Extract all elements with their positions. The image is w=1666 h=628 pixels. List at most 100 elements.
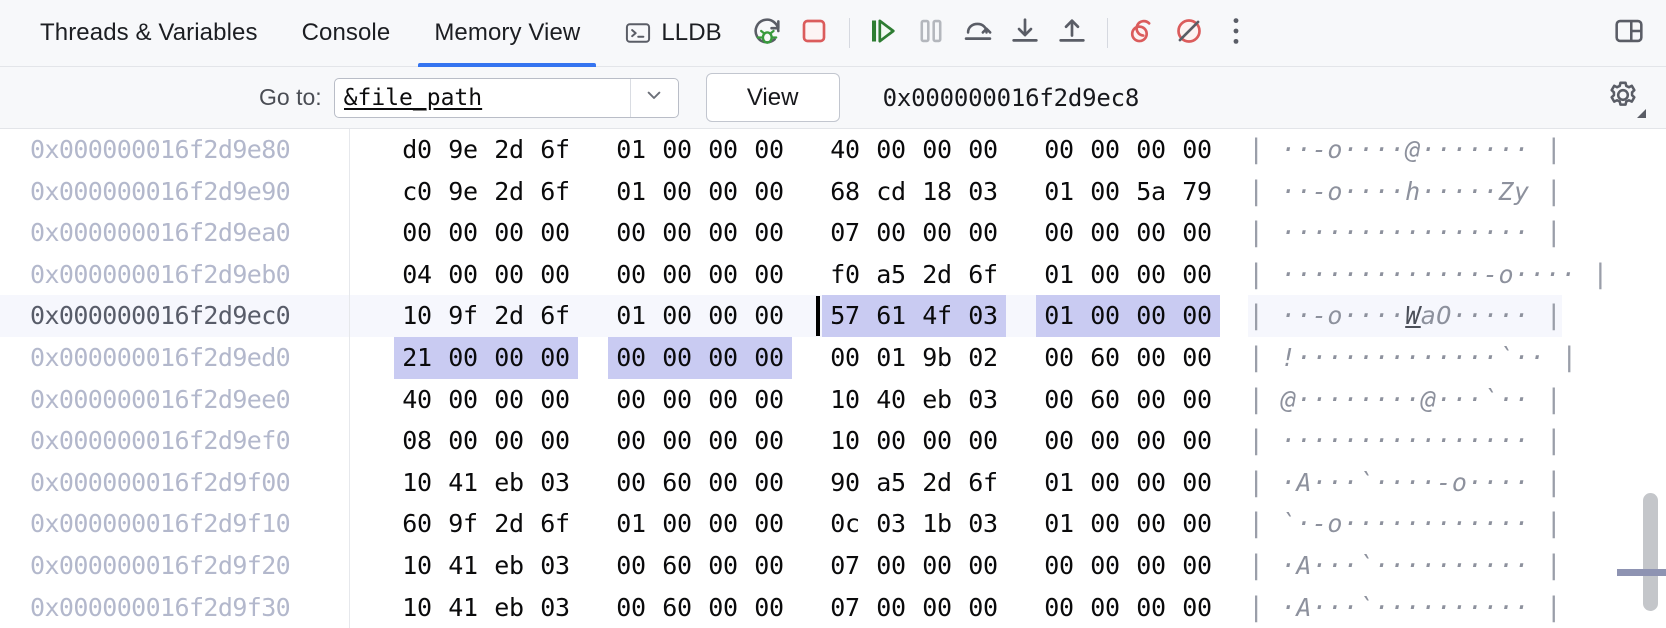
hex-byte[interactable]: 00 bbox=[1128, 379, 1174, 421]
hex-byte[interactable]: 00 bbox=[746, 212, 792, 254]
hex-row-ascii[interactable]: | ················ | bbox=[1248, 212, 1562, 254]
hex-byte[interactable]: 01 bbox=[608, 503, 654, 545]
hex-byte[interactable]: 00 bbox=[608, 212, 654, 254]
hex-byte[interactable]: 01 bbox=[608, 295, 654, 337]
hex-byte[interactable]: 01 bbox=[1036, 295, 1082, 337]
hex-byte[interactable]: 08 bbox=[394, 420, 440, 462]
hex-byte[interactable]: 9e bbox=[440, 129, 486, 171]
hex-byte[interactable]: cd bbox=[868, 171, 914, 213]
hex-byte[interactable]: 2d bbox=[486, 171, 532, 213]
hex-byte[interactable]: 00 bbox=[746, 295, 792, 337]
hex-byte[interactable]: 1b bbox=[914, 503, 960, 545]
step-over-button[interactable] bbox=[955, 10, 1002, 57]
hex-byte[interactable]: 57 bbox=[822, 295, 868, 337]
hex-byte[interactable]: 00 bbox=[1036, 129, 1082, 171]
hex-byte[interactable]: 6f bbox=[532, 503, 578, 545]
hex-byte[interactable]: 9f bbox=[440, 503, 486, 545]
hex-byte[interactable]: 00 bbox=[868, 420, 914, 462]
hex-byte[interactable]: 00 bbox=[746, 254, 792, 296]
hex-byte[interactable]: 00 bbox=[1128, 462, 1174, 504]
hex-byte[interactable]: 01 bbox=[1036, 171, 1082, 213]
hex-row-ascii[interactable]: | ·A···`·········· | bbox=[1248, 545, 1562, 587]
hex-row[interactable]: 0x000000016f2d9ea0 00 00 00 00 00 00 00 00 07 00 00… bbox=[0, 212, 1666, 254]
hex-byte[interactable]: 00 bbox=[654, 503, 700, 545]
hex-byte[interactable]: 01 bbox=[868, 337, 914, 379]
hex-byte[interactable]: 00 bbox=[1174, 503, 1220, 545]
hex-byte[interactable]: 00 bbox=[654, 420, 700, 462]
hex-byte[interactable]: 40 bbox=[868, 379, 914, 421]
hex-byte[interactable]: 2d bbox=[486, 129, 532, 171]
hex-byte[interactable]: 00 bbox=[440, 336, 486, 379]
hex-byte[interactable]: 60 bbox=[1082, 379, 1128, 421]
hex-byte[interactable]: 00 bbox=[1082, 295, 1128, 337]
hex-row-ascii[interactable]: | !·············`·· | bbox=[1248, 337, 1578, 379]
hex-byte[interactable]: 00 bbox=[1128, 337, 1174, 379]
hex-byte[interactable]: 00 bbox=[440, 379, 486, 421]
hex-byte[interactable]: 00 bbox=[1174, 420, 1220, 462]
hex-byte[interactable]: 00 bbox=[914, 587, 960, 628]
hex-byte[interactable]: 00 bbox=[486, 420, 532, 462]
hex-byte[interactable]: 00 bbox=[1174, 545, 1220, 587]
hex-byte[interactable]: 9e bbox=[440, 171, 486, 213]
memory-hex-viewer[interactable]: 0x000000016f2d9e80 d0 9e 2d 6f 01 00 00 00 40 00 00… bbox=[0, 129, 1666, 628]
hex-byte[interactable]: 00 bbox=[1174, 129, 1220, 171]
hex-row-ascii[interactable]: | ················ | bbox=[1248, 420, 1562, 462]
hex-byte[interactable]: 9b bbox=[914, 337, 960, 379]
hex-byte[interactable]: 6f bbox=[532, 129, 578, 171]
hex-row-bytes[interactable]: 10 41 eb 03 00 60 00 00 07 00 00 00 00 00 00 00 bbox=[350, 587, 1220, 628]
hex-byte[interactable]: 00 bbox=[1174, 462, 1220, 504]
hex-row[interactable]: 0x000000016f2d9e80 d0 9e 2d 6f 01 00 00 00 40 00 00… bbox=[0, 129, 1666, 171]
hex-byte[interactable]: 00 bbox=[654, 129, 700, 171]
hex-byte[interactable]: 00 bbox=[1128, 420, 1174, 462]
resume-button[interactable] bbox=[861, 10, 908, 57]
hex-byte[interactable]: 03 bbox=[868, 503, 914, 545]
hex-byte[interactable]: 00 bbox=[532, 212, 578, 254]
view-button[interactable]: View bbox=[705, 73, 840, 122]
hex-byte[interactable]: 00 bbox=[700, 545, 746, 587]
hex-byte[interactable]: 2d bbox=[486, 295, 532, 337]
stop-button[interactable] bbox=[791, 10, 838, 57]
hex-byte[interactable]: 00 bbox=[1174, 379, 1220, 421]
hex-byte[interactable]: 00 bbox=[1036, 545, 1082, 587]
hex-byte[interactable]: eb bbox=[486, 545, 532, 587]
hex-byte[interactable]: 00 bbox=[914, 545, 960, 587]
hex-byte[interactable]: 10 bbox=[822, 420, 868, 462]
hex-row-bytes[interactable]: 00 00 00 00 00 00 00 00 07 00 00 00 00 00 00 00 bbox=[350, 212, 1220, 254]
hex-byte[interactable]: a5 bbox=[868, 462, 914, 504]
hex-byte[interactable]: 60 bbox=[654, 545, 700, 587]
hex-byte[interactable]: 00 bbox=[654, 171, 700, 213]
hex-byte[interactable]: 6f bbox=[532, 295, 578, 337]
hex-row-bytes[interactable]: c0 9e 2d 6f 01 00 00 00 68 cd 18 03 01 00 5a 79 bbox=[350, 171, 1220, 213]
hex-byte[interactable]: 00 bbox=[1082, 462, 1128, 504]
hex-byte[interactable]: 00 bbox=[608, 587, 654, 628]
hex-row[interactable]: 0x000000016f2d9f10 60 9f 2d 6f 01 00 00 00 0c 03 1b… bbox=[0, 503, 1666, 545]
hex-row-ascii[interactable]: | ·A···`····-o···· | bbox=[1248, 462, 1562, 504]
hex-byte[interactable]: 00 bbox=[608, 336, 654, 379]
hex-byte[interactable]: 60 bbox=[654, 462, 700, 504]
view-breakpoints-button[interactable] bbox=[1119, 10, 1166, 57]
hex-byte[interactable]: 10 bbox=[394, 462, 440, 504]
hex-byte[interactable]: 00 bbox=[960, 420, 1006, 462]
hex-byte[interactable]: 41 bbox=[440, 587, 486, 628]
hex-byte[interactable]: 00 bbox=[1082, 212, 1128, 254]
hex-byte[interactable]: 07 bbox=[822, 587, 868, 628]
hex-row-ascii[interactable]: | ··-o····WaO····· | bbox=[1248, 295, 1563, 337]
hex-byte[interactable]: 00 bbox=[746, 171, 792, 213]
hex-byte[interactable]: 00 bbox=[1128, 503, 1174, 545]
hex-byte[interactable]: 00 bbox=[1128, 129, 1174, 171]
hex-byte[interactable]: 00 bbox=[746, 379, 792, 421]
hex-byte[interactable]: 00 bbox=[700, 212, 746, 254]
hex-byte[interactable]: 4f bbox=[914, 295, 960, 337]
tab-console[interactable]: Console bbox=[280, 0, 413, 67]
hex-byte[interactable]: d0 bbox=[394, 129, 440, 171]
hex-byte[interactable]: 00 bbox=[532, 420, 578, 462]
hex-byte[interactable]: 00 bbox=[1082, 129, 1128, 171]
hex-byte[interactable]: 00 bbox=[394, 212, 440, 254]
hex-byte[interactable]: 00 bbox=[914, 420, 960, 462]
hex-byte[interactable]: 01 bbox=[1036, 503, 1082, 545]
hex-byte[interactable]: 41 bbox=[440, 462, 486, 504]
hex-byte[interactable]: 40 bbox=[394, 379, 440, 421]
hex-byte[interactable]: 9f bbox=[440, 295, 486, 337]
step-into-button[interactable] bbox=[1002, 10, 1049, 57]
hex-byte[interactable]: 00 bbox=[532, 336, 578, 379]
